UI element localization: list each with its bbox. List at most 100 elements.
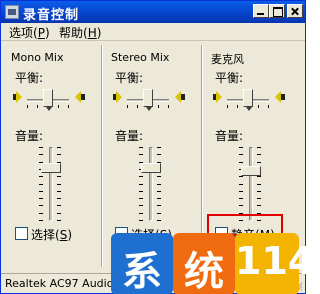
balance-tick xyxy=(158,105,159,108)
volume-tick xyxy=(139,213,143,214)
volume-label: 音量: xyxy=(115,129,144,143)
checkbox-label-key: S xyxy=(59,228,68,242)
balance-tick xyxy=(58,105,59,108)
volume-tick xyxy=(57,205,61,206)
volume-tick xyxy=(39,220,43,221)
balance-tick xyxy=(258,105,259,108)
volume-tick xyxy=(239,176,243,177)
volume-tick xyxy=(239,162,243,163)
volume-tick xyxy=(57,213,61,214)
window-title: 录音控制 xyxy=(23,8,80,23)
volume-tick xyxy=(157,213,161,214)
menu-options-key: P xyxy=(37,26,45,40)
volume-tick xyxy=(139,191,143,192)
balance-slider-thumb[interactable] xyxy=(43,89,53,111)
close-button[interactable] xyxy=(287,4,303,18)
balance-tick xyxy=(37,105,38,108)
volume-tick xyxy=(239,191,243,192)
balance-tick xyxy=(227,105,228,108)
watermark-char: 统 xyxy=(184,249,224,294)
balance-label: 平衡: xyxy=(115,71,144,85)
volume-tick xyxy=(39,205,43,206)
volume-tick xyxy=(139,220,143,221)
volume-tick xyxy=(39,213,43,214)
volume-tick xyxy=(257,154,261,155)
volume-slider-thumb[interactable] xyxy=(141,163,161,173)
balance-tick xyxy=(268,105,269,108)
balance-tick xyxy=(68,105,69,108)
volume-slider-thumb[interactable] xyxy=(41,163,61,173)
volume-tick xyxy=(157,205,161,206)
menu-help-key: H xyxy=(87,26,97,40)
balance-slider-thumb[interactable] xyxy=(243,89,253,111)
volume-tick xyxy=(257,205,261,206)
volume-tick xyxy=(257,162,261,163)
volume-tick xyxy=(157,147,161,148)
volume-tick xyxy=(157,191,161,192)
select-checkbox[interactable] xyxy=(15,227,28,240)
volume-tick xyxy=(39,176,43,177)
volume-tick xyxy=(57,184,61,185)
recording-control-window: 录音控制 选项(P) 帮助(H) Mono Mix 平衡: 音量: 选择(S) … xyxy=(0,0,315,294)
volume-tick xyxy=(139,205,143,206)
panel-divider xyxy=(101,45,103,267)
volume-slider-thumb[interactable] xyxy=(241,166,261,176)
volume-ticks-right xyxy=(257,147,265,221)
speaker-left-icon xyxy=(113,91,123,103)
speaker-left-icon xyxy=(213,91,223,103)
watermark-char: 114 xyxy=(235,239,315,283)
volume-tick xyxy=(239,147,243,148)
volume-ticks-left xyxy=(139,147,147,221)
status-text: Realtek AC97 Audio xyxy=(5,277,114,290)
speaker-right-icon xyxy=(175,91,185,103)
volume-tick xyxy=(39,198,43,199)
volume-slider-track[interactable] xyxy=(49,147,53,221)
balance-slider-thumb[interactable] xyxy=(143,89,153,111)
watermark-char: 系 xyxy=(122,249,162,294)
volume-tick xyxy=(57,191,61,192)
panel-title: Mono Mix xyxy=(11,51,64,64)
mixer-panel-mono-mix: Mono Mix 平衡: 音量: 选择(S) xyxy=(5,43,101,269)
menu-help[interactable]: 帮助(H) xyxy=(57,24,103,41)
volume-label: 音量: xyxy=(15,129,44,143)
balance-tick xyxy=(168,105,169,108)
speaker-right-icon xyxy=(275,91,285,103)
volume-tick xyxy=(39,154,43,155)
volume-tick xyxy=(239,184,243,185)
title-bar[interactable]: 录音控制 xyxy=(1,1,305,23)
menu-options-label: 选项 xyxy=(9,26,34,40)
volume-tick xyxy=(139,176,143,177)
maximize-button[interactable] xyxy=(269,4,285,18)
volume-tick xyxy=(57,154,61,155)
volume-slider-track[interactable] xyxy=(149,147,153,221)
volume-tick xyxy=(57,147,61,148)
balance-tick xyxy=(27,105,28,108)
volume-tick xyxy=(239,198,243,199)
menu-help-label: 帮助 xyxy=(59,26,84,40)
balance-tick xyxy=(127,105,128,108)
volume-ticks-left xyxy=(239,147,247,221)
volume-tick xyxy=(57,176,61,177)
volume-tick xyxy=(157,198,161,199)
volume-slider-track[interactable] xyxy=(249,147,253,221)
volume-tick xyxy=(239,154,243,155)
volume-tick xyxy=(157,184,161,185)
panel-title: 麦克风 xyxy=(211,53,244,66)
volume-tick xyxy=(57,198,61,199)
menu-bar: 选项(P) 帮助(H) xyxy=(1,23,305,41)
volume-tick xyxy=(39,191,43,192)
select-checkbox-label[interactable]: 选择(S) xyxy=(31,226,72,243)
balance-label: 平衡: xyxy=(215,71,244,85)
volume-ticks-right xyxy=(157,147,165,221)
volume-ticks-left xyxy=(39,147,47,221)
menu-options[interactable]: 选项(P) xyxy=(7,24,52,41)
checkbox-label-text: 选择 xyxy=(31,228,56,242)
app-icon xyxy=(5,5,19,19)
site-watermark-logo: 系 统 114 xyxy=(111,233,315,294)
minimize-button[interactable] xyxy=(253,4,269,18)
panel-title: Stereo Mix xyxy=(111,51,170,64)
volume-tick xyxy=(39,147,43,148)
volume-tick xyxy=(157,220,161,221)
volume-tick xyxy=(239,205,243,206)
volume-tick xyxy=(257,198,261,199)
